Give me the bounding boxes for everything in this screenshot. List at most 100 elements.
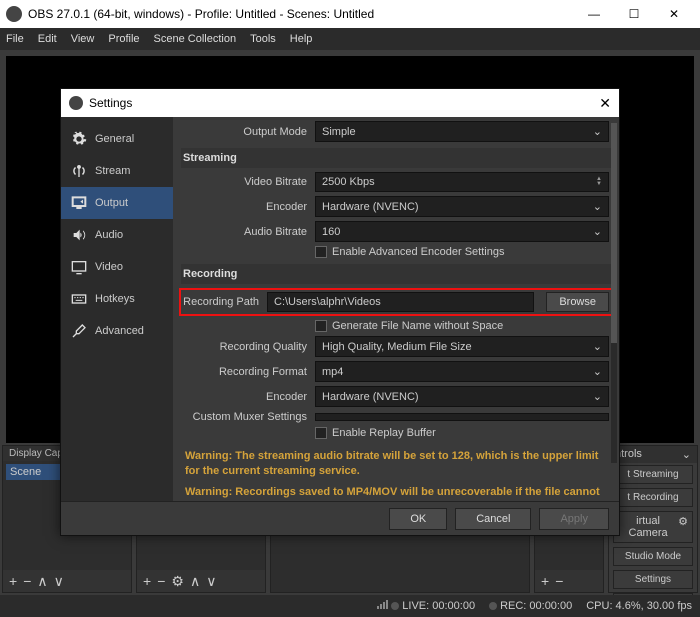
menu-help[interactable]: Help <box>290 33 313 45</box>
streaming-group-header: Streaming <box>181 148 611 168</box>
maximize-button[interactable]: ☐ <box>614 7 654 21</box>
recording-format-label: Recording Format <box>183 366 307 378</box>
sidebar-item-general[interactable]: General <box>61 123 173 155</box>
menu-scene-collection[interactable]: Scene Collection <box>154 33 237 45</box>
encoder-label: Encoder <box>183 201 307 213</box>
content-scrollbar[interactable] <box>611 123 617 463</box>
audio-bitrate-select[interactable]: 160⌄ <box>315 221 609 242</box>
source-up-button[interactable]: ∧ <box>190 573 200 590</box>
encoder2-label: Encoder <box>183 391 307 403</box>
controls-menu-icon[interactable]: ⌄ <box>682 448 691 461</box>
status-rec: REC: 00:00:00 <box>489 600 572 612</box>
settings-sidebar: General Stream Output Audio Video Hotkey… <box>61 117 173 501</box>
filename-nospace-checkbox[interactable] <box>315 320 327 332</box>
window-title: OBS 27.0.1 (64-bit, windows) - Profile: … <box>28 7 374 21</box>
chevron-down-icon: ⌄ <box>593 390 602 403</box>
chevron-down-icon: ⌄ <box>593 125 602 138</box>
menubar: File Edit View Profile Scene Collection … <box>0 28 700 50</box>
chevron-down-icon: ⌄ <box>593 225 602 238</box>
menu-edit[interactable]: Edit <box>38 33 57 45</box>
menu-file[interactable]: File <box>6 33 24 45</box>
antenna-icon <box>71 163 87 179</box>
scene-down-button[interactable]: ∨ <box>54 573 64 590</box>
vcam-gear-icon[interactable]: ⚙ <box>678 515 688 539</box>
source-remove-button[interactable]: − <box>157 573 165 589</box>
browse-button[interactable]: Browse <box>546 292 609 312</box>
tools-icon <box>71 323 87 339</box>
monitor-icon <box>71 195 87 211</box>
transition-add-button[interactable]: + <box>541 573 549 589</box>
recording-quality-label: Recording Quality <box>183 341 307 353</box>
warning-1: Warning: The streaming audio bitrate wil… <box>173 443 619 485</box>
scene-remove-button[interactable]: − <box>23 573 31 589</box>
recording-format-select[interactable]: mp4⌄ <box>315 361 609 382</box>
output-mode-label: Output Mode <box>183 126 307 138</box>
menu-profile[interactable]: Profile <box>108 33 139 45</box>
sidebar-item-stream[interactable]: Stream <box>61 155 173 187</box>
close-button[interactable]: ✕ <box>654 7 694 21</box>
sidebar-item-video[interactable]: Video <box>61 251 173 283</box>
menu-view[interactable]: View <box>71 33 95 45</box>
ok-button[interactable]: OK <box>389 508 447 530</box>
audio-bitrate-label: Audio Bitrate <box>183 226 307 238</box>
output-mode-select[interactable]: Simple⌄ <box>315 121 609 142</box>
studio-mode-button[interactable]: Studio Mode <box>613 547 693 566</box>
replay-buffer-checkbox[interactable] <box>315 427 327 439</box>
encoder2-select[interactable]: Hardware (NVENC)⌄ <box>315 386 609 407</box>
dialog-footer: OK Cancel Apply <box>61 501 619 535</box>
warning-2: Warning: Recordings saved to MP4/MOV wil… <box>173 485 619 501</box>
dialog-titlebar: Settings ✕ <box>61 89 619 117</box>
start-streaming-button[interactable]: t Streaming <box>613 465 693 484</box>
source-add-button[interactable]: + <box>143 573 151 589</box>
settings-button[interactable]: Settings <box>613 570 693 589</box>
sidebar-item-audio[interactable]: Audio <box>61 219 173 251</box>
chevron-down-icon: ⌄ <box>593 365 602 378</box>
scene-add-button[interactable]: + <box>9 573 17 589</box>
status-cpu: CPU: 4.6%, 30.00 fps <box>586 600 692 612</box>
advanced-enc-label: Enable Advanced Encoder Settings <box>332 246 504 258</box>
cancel-button[interactable]: Cancel <box>455 508 531 530</box>
start-recording-button[interactable]: t Recording <box>613 488 693 507</box>
highlight-box: Recording Path C:\Users\alphr\Videos Bro… <box>179 288 613 316</box>
source-down-button[interactable]: ∨ <box>206 573 216 590</box>
window-titlebar: OBS 27.0.1 (64-bit, windows) - Profile: … <box>0 0 700 28</box>
sidebar-item-hotkeys[interactable]: Hotkeys <box>61 283 173 315</box>
dialog-icon <box>69 96 83 110</box>
filename-nospace-label: Generate File Name without Space <box>332 320 503 332</box>
recording-path-label: Recording Path <box>183 296 259 308</box>
recording-quality-select[interactable]: High Quality, Medium File Size⌄ <box>315 336 609 357</box>
custom-muxer-label: Custom Muxer Settings <box>183 411 307 423</box>
settings-dialog: Settings ✕ General Stream Output Audio V… <box>60 88 620 536</box>
apply-button[interactable]: Apply <box>539 508 609 530</box>
settings-content: Output Mode Simple⌄ Streaming Video Bitr… <box>173 117 619 501</box>
dialog-close-button[interactable]: ✕ <box>599 95 611 112</box>
replay-buffer-label: Enable Replay Buffer <box>332 427 436 439</box>
status-bar: LIVE: 00:00:00 REC: 00:00:00 CPU: 4.6%, … <box>0 595 700 617</box>
advanced-enc-checkbox[interactable] <box>315 246 327 258</box>
encoder-select[interactable]: Hardware (NVENC)⌄ <box>315 196 609 217</box>
spinner-icon[interactable]: ▲▼ <box>596 177 602 187</box>
sidebar-item-advanced[interactable]: Advanced <box>61 315 173 347</box>
status-live: LIVE: 00:00:00 <box>377 600 475 612</box>
custom-muxer-input[interactable] <box>315 413 609 421</box>
recording-group-header: Recording <box>181 264 611 284</box>
gear-icon <box>71 131 87 147</box>
keyboard-icon <box>71 291 87 307</box>
dialog-title: Settings <box>89 96 132 110</box>
transition-remove-button[interactable]: − <box>555 573 563 589</box>
scene-up-button[interactable]: ∧ <box>37 573 47 590</box>
menu-tools[interactable]: Tools <box>250 33 276 45</box>
recording-path-input[interactable]: C:\Users\alphr\Videos <box>267 292 534 312</box>
sidebar-item-output[interactable]: Output <box>61 187 173 219</box>
minimize-button[interactable]: — <box>574 7 614 21</box>
scrollbar-thumb[interactable] <box>611 123 617 343</box>
virtual-camera-button[interactable]: irtual Camera⚙ <box>613 511 693 543</box>
app-icon <box>6 6 22 22</box>
display-icon <box>71 259 87 275</box>
chevron-down-icon: ⌄ <box>593 340 602 353</box>
video-bitrate-label: Video Bitrate <box>183 176 307 188</box>
video-bitrate-input[interactable]: 2500 Kbps▲▼ <box>315 172 609 192</box>
source-settings-button[interactable]: ⚙ <box>171 573 184 590</box>
chevron-down-icon: ⌄ <box>593 200 602 213</box>
speaker-icon <box>71 227 87 243</box>
